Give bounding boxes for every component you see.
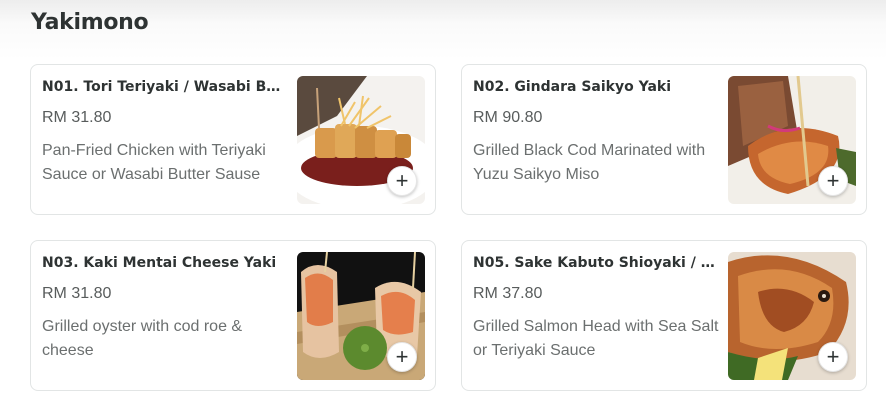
item-price: RM 31.80 <box>42 285 112 302</box>
item-photo: + <box>297 252 425 380</box>
add-to-cart-button[interactable]: + <box>818 166 848 196</box>
item-description: Pan-Fried Chicken with Teriyaki Sauce or… <box>42 142 266 183</box>
menu-item-card[interactable]: N03. Kaki Mentai Cheese Yaki RM 31.80 Gr… <box>30 240 436 391</box>
menu-item-card[interactable]: N05. Sake Kabuto Shioyaki / Teriyaki RM … <box>461 240 867 391</box>
item-name: N05. Sake Kabuto Shioyaki / Teriyaki <box>473 255 718 271</box>
item-description: Grilled Salmon Head with Sea Salt or Ter… <box>473 318 719 359</box>
item-price: RM 37.80 <box>473 285 543 302</box>
item-photo: + <box>297 76 425 204</box>
item-name: N01. Tori Teriyaki / Wasabi Butter <box>42 79 287 95</box>
item-photo: + <box>728 252 856 380</box>
menu-item-card[interactable]: N01. Tori Teriyaki / Wasabi Butter RM 31… <box>30 64 436 215</box>
item-name: N03. Kaki Mentai Cheese Yaki <box>42 255 277 271</box>
item-description: Grilled oyster with cod roe & cheese <box>42 318 243 359</box>
item-price: RM 31.80 <box>42 109 112 126</box>
add-to-cart-button[interactable]: + <box>818 342 848 372</box>
section-title: Yakimono <box>31 10 149 35</box>
menu-item-card[interactable]: N02. Gindara Saikyo Yaki RM 90.80 Grille… <box>461 64 867 215</box>
item-name: N02. Gindara Saikyo Yaki <box>473 79 672 95</box>
add-to-cart-button[interactable]: + <box>387 342 417 372</box>
add-to-cart-button[interactable]: + <box>387 166 417 196</box>
item-photo: + <box>728 76 856 204</box>
item-description: Grilled Black Cod Marinated with Yuzu Sa… <box>473 142 706 183</box>
item-price: RM 90.80 <box>473 109 543 126</box>
